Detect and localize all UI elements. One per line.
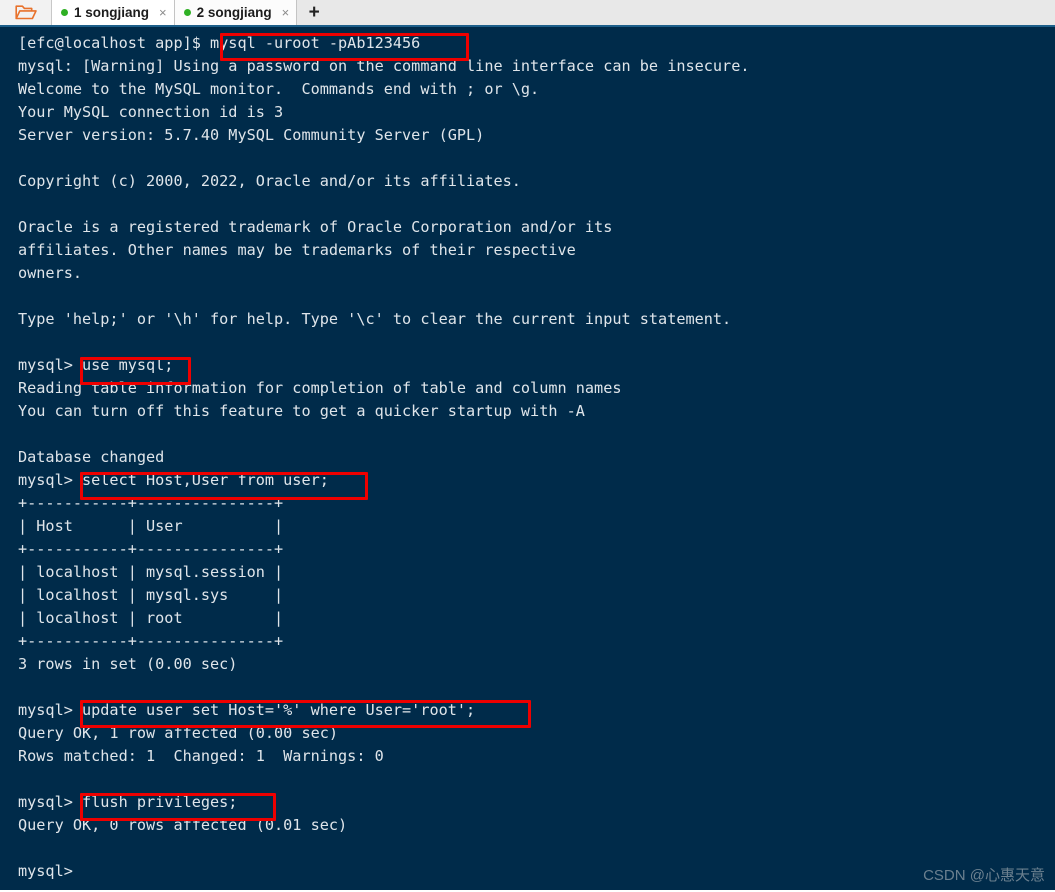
tab-status-dot-icon [61, 9, 68, 16]
terminal-line: affiliates. Other names may be trademark… [18, 241, 576, 259]
folder-open-icon [14, 5, 37, 20]
terminal-output-pane[interactable]: [efc@localhost app]$ mysql -uroot -pAb12… [0, 27, 1055, 890]
terminal-line: Query OK, 1 row affected (0.00 sec) [18, 724, 339, 742]
tab-1[interactable]: 1 songjiang × [52, 0, 175, 25]
terminal-line: 3 rows in set (0.00 sec) [18, 655, 238, 673]
terminal-line: Copyright (c) 2000, 2022, Oracle and/or … [18, 172, 521, 190]
terminal-line: | localhost | mysql.sys | [18, 586, 284, 604]
terminal-line: Database changed [18, 448, 165, 466]
terminal-line: owners. [18, 264, 83, 282]
terminal-line: | Host | User | [18, 517, 284, 535]
tab-close-icon[interactable]: × [278, 5, 290, 20]
tab-status-dot-icon [183, 9, 191, 16]
terminal-line: [efc@localhost app]$ mysql -uroot -pAb12… [18, 34, 421, 52]
tab-label: 2 songjiang [196, 5, 272, 20]
terminal-line: mysql> update user set Host='%' where Us… [18, 701, 476, 719]
terminal-line: Welcome to the MySQL monitor. Commands e… [18, 80, 540, 98]
terminal-line: mysql> use mysql; [18, 356, 174, 374]
terminal-line: Type 'help;' or '\h' for help. Type '\c'… [18, 310, 732, 328]
tab-2[interactable]: 2 songjiang × [174, 0, 298, 25]
terminal-line: Server version: 5.7.40 MySQL Community S… [18, 126, 485, 144]
terminal-line: Reading table information for completion… [18, 379, 622, 397]
watermark-label: CSDN @心惠天意 [923, 867, 1045, 884]
tab-label: 1 songjiang [74, 5, 150, 20]
terminal-line: Rows matched: 1 Changed: 1 Warnings: 0 [18, 747, 384, 765]
tab-bar: 1 songjiang × 2 songjiang × + [0, 0, 1055, 27]
new-tab-button[interactable]: + [297, 0, 332, 25]
terminal-line: You can turn off this feature to get a q… [18, 402, 585, 420]
folder-open-button[interactable] [0, 0, 52, 25]
terminal-line: mysql> flush privileges; [18, 793, 238, 811]
terminal-line: Oracle is a registered trademark of Orac… [18, 218, 613, 236]
terminal-line: Query OK, 0 rows affected (0.01 sec) [18, 816, 348, 834]
terminal-text: [efc@localhost app]$ mysql -uroot -pAb12… [18, 32, 1055, 883]
terminal-line: +-----------+---------------+ [18, 632, 284, 650]
terminal-line: mysql: [Warning] Using a password on the… [18, 57, 750, 75]
terminal-line: mysql> select Host,User from user; [18, 471, 329, 489]
tab-close-icon[interactable]: × [155, 5, 167, 20]
terminal-line: +-----------+---------------+ [18, 540, 284, 558]
tab-bar-filler [331, 0, 1055, 25]
terminal-line: mysql> [18, 862, 73, 880]
terminal-line: +-----------+---------------+ [18, 494, 284, 512]
terminal-line: Your MySQL connection id is 3 [18, 103, 284, 121]
terminal-line: | localhost | root | [18, 609, 284, 627]
terminal-line: | localhost | mysql.session | [18, 563, 284, 581]
